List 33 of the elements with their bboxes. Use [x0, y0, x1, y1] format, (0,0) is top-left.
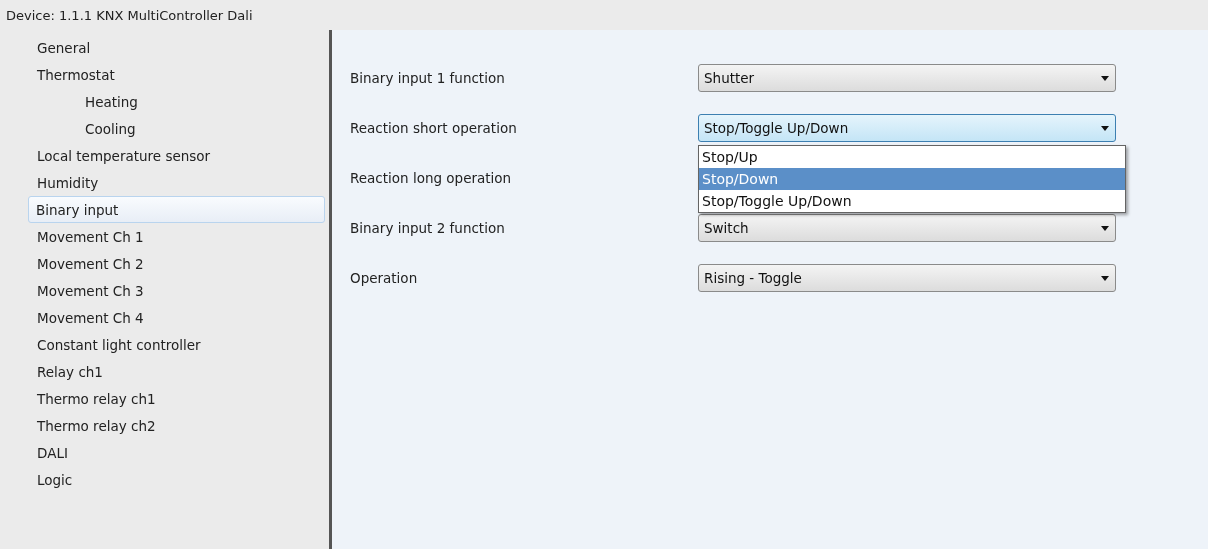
- parameter-label: Reaction long operation: [350, 169, 513, 186]
- sidebar-item[interactable]: Logic: [12, 466, 325, 493]
- window-title: Device: 1.1.1 KNX MultiController Dali: [6, 7, 253, 23]
- caret-icon: [1101, 225, 1109, 231]
- parameter-label: Reaction short operation: [350, 119, 518, 136]
- caret-icon: [1101, 125, 1109, 131]
- sidebar-item[interactable]: Humidity: [12, 169, 325, 196]
- dropdown[interactable]: Shutter: [698, 64, 1116, 92]
- sidebar-item[interactable]: Relay ch1: [12, 358, 325, 385]
- sidebar-item[interactable]: Thermo relay ch1: [12, 385, 325, 412]
- sidebar-item[interactable]: Cooling: [12, 115, 325, 142]
- dropdown[interactable]: Rising - Toggle: [698, 264, 1116, 292]
- parameter-label: Binary input 2 function: [350, 219, 506, 236]
- sidebar-item[interactable]: DALI: [12, 439, 325, 466]
- parameter-label: Binary input 1 function: [350, 69, 506, 86]
- caret-icon: [1101, 75, 1109, 81]
- sidebar-item[interactable]: Movement Ch 1: [12, 223, 325, 250]
- sidebar-item[interactable]: Movement Ch 4: [12, 304, 325, 331]
- sidebar-item[interactable]: General: [12, 34, 325, 61]
- sidebar-item[interactable]: Constant light controller: [12, 331, 325, 358]
- dropdown-option[interactable]: Stop/Toggle Up/Down: [699, 190, 1125, 212]
- sidebar-item[interactable]: Binary input: [28, 196, 325, 223]
- sidebar-item[interactable]: Local temperature sensor: [12, 142, 325, 169]
- caret-icon: [1101, 275, 1109, 281]
- sidebar-item[interactable]: Thermostat: [12, 61, 325, 88]
- sidebar-item[interactable]: Movement Ch 2: [12, 250, 325, 277]
- dropdown[interactable]: Stop/Toggle Up/Down: [698, 114, 1116, 142]
- dropdown-option[interactable]: Stop/Up: [699, 146, 1125, 168]
- parameter-label: Operation: [350, 269, 419, 286]
- sidebar-item[interactable]: Thermo relay ch2: [12, 412, 325, 439]
- dropdown[interactable]: Switch: [698, 214, 1116, 242]
- sidebar-item[interactable]: Movement Ch 3: [12, 277, 325, 304]
- sidebar-item[interactable]: Heating: [12, 88, 325, 115]
